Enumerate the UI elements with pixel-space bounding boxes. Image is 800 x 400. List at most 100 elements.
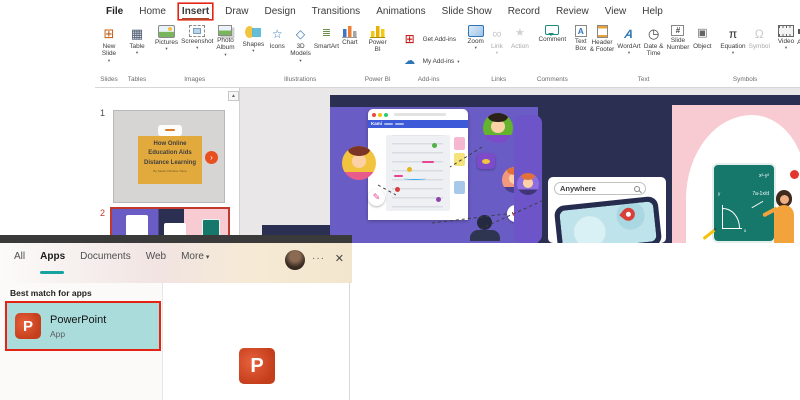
ribbon-group-label: Comments <box>536 76 568 83</box>
action-icon: ★ <box>514 27 525 39</box>
ribbon-tab-label: Slide Show <box>441 5 492 17</box>
table-icon: ▦ <box>130 26 144 41</box>
ribbon-button-equation[interactable]: π Equation ▾ <box>719 25 746 56</box>
ribbon-button-power-bi[interactable]: Power BI <box>368 25 388 54</box>
user-avatar[interactable] <box>285 250 305 270</box>
ribbon-button-zoom[interactable]: Zoom ▾ <box>467 25 485 51</box>
thumbnail-scroll-up-button[interactable]: ▲ <box>228 91 239 101</box>
map-illustration <box>559 201 657 243</box>
ribbon-tab-label: Design <box>264 5 296 17</box>
ribbon-group-label: Tables <box>127 76 147 83</box>
ribbon-tab-home[interactable]: Home <box>136 4 169 19</box>
ribbon-button-label: SmartArt <box>313 43 340 50</box>
search-tab-all[interactable]: All <box>14 251 25 268</box>
ribbon-button-shapes[interactable]: Shapes ▾ <box>242 25 266 54</box>
ribbon-button-header-footer[interactable]: Header & Footer <box>589 25 616 54</box>
ribbon-group-label: Text <box>637 76 650 83</box>
slide-title-byline: By Sarah Christine Tiana <box>153 168 187 173</box>
ribbon-tab-animations[interactable]: Animations <box>373 4 428 19</box>
ribbon-button-label: Link <box>491 43 503 50</box>
slide-title-line: How Online <box>153 141 187 147</box>
ribbon-button-wordart[interactable]: A WordArt ▾ <box>616 25 641 56</box>
ribbon-button-text-box[interactable]: A Text Box <box>574 25 588 53</box>
ribbon-button-icons[interactable]: ☆ Icons <box>266 25 288 51</box>
ribbon-tab-label: Insert <box>181 5 210 20</box>
browser-title-bar <box>368 109 468 120</box>
result-type: App <box>50 328 66 339</box>
search-tab-more[interactable]: More ▾ <box>181 251 209 268</box>
ribbon-button-label: Get Add-ins <box>422 35 457 43</box>
dropdown-caret-icon: ▾ <box>474 45 477 51</box>
best-match-result-powerpoint[interactable]: P PowerPoint App <box>5 301 161 351</box>
ribbon-button-audio[interactable]: Audio▾ <box>796 25 800 52</box>
ribbon-group-media: Video▾Audio▾ScreenRecordingMedia <box>775 22 800 87</box>
highlight-mark <box>422 161 434 163</box>
ribbon-group-buttons: ⊞ New Slide ▾ <box>98 22 120 76</box>
ribbon-tab-view[interactable]: View <box>602 4 630 19</box>
ribbon-tab-file[interactable]: File <box>103 4 126 19</box>
symbol-icon: Ω <box>754 26 764 41</box>
ribbon-group-buttons: Zoom ▾ ∞ Link ▾ ★ Action <box>467 22 531 76</box>
ribbon-button-label: Symbol <box>748 43 770 50</box>
ribbon-tab-record[interactable]: Record <box>505 4 543 19</box>
dropdown-caret-icon: ▾ <box>495 50 498 56</box>
axis-label-x: x <box>744 228 747 233</box>
annotation-dot-red <box>395 187 400 192</box>
ribbon-tab-slide-show[interactable]: Slide Show <box>439 4 495 19</box>
ribbon-button-comment[interactable]: Comment <box>537 25 567 43</box>
ribbon-button-video[interactable]: Video ▾ <box>777 25 795 51</box>
slide-number-icon: # <box>671 25 685 36</box>
ribbon-button-3d-models[interactable]: ◇ 3D Models ▾ <box>289 25 312 63</box>
wordart-icon: A <box>623 26 635 41</box>
ribbon-tab-label: Animations <box>376 5 426 17</box>
ribbon-button-label: Shapes <box>242 41 265 48</box>
annotation-dot-purple <box>436 197 441 202</box>
slide-2-number: 2 <box>100 208 106 218</box>
ribbon-tab-transitions[interactable]: Transitions <box>309 4 364 19</box>
chat-badge-icon <box>477 153 495 169</box>
ribbon-button-object[interactable]: ▣ Object <box>691 25 713 51</box>
ribbon-group-slides: ⊞ New Slide ▾ Slides <box>96 22 122 87</box>
dropdown-caret-icon: ▾ <box>196 45 199 51</box>
ribbon-tab-help[interactable]: Help <box>639 4 666 19</box>
search-tab-apps[interactable]: Apps <box>40 251 65 274</box>
search-tab-documents[interactable]: Documents <box>80 251 131 268</box>
ribbon-button-smartart[interactable]: ≣ SmartArt <box>313 25 340 51</box>
dropdown-caret-icon: ▾ <box>627 50 631 56</box>
ribbon-tab-review[interactable]: Review <box>553 4 592 19</box>
search-tab-label: More <box>181 251 204 262</box>
ribbon-button-label: Chart <box>342 39 358 46</box>
ribbon-tab-draw[interactable]: Draw <box>222 4 251 19</box>
phone-illustration <box>553 195 663 243</box>
screenshot-icon <box>189 25 206 37</box>
ribbon-group-buttons: Power BI <box>365 22 391 76</box>
powerpoint-window: File Home Insert Draw Design Transitions Anima… <box>95 0 800 243</box>
more-options-icon[interactable]: ··· <box>312 253 325 264</box>
ribbon-button-new-slide[interactable]: ⊞ New Slide ▾ <box>98 25 120 63</box>
ribbon-tab-insert[interactable]: Insert <box>179 4 212 20</box>
close-icon[interactable]: ✕ <box>335 252 344 265</box>
annotation-dot-yellow <box>407 167 412 172</box>
ribbon-button-table[interactable]: ▦ Table ▾ <box>126 25 148 56</box>
next-arrow-icon: › <box>205 151 218 164</box>
current-slide[interactable]: Kami ✎ Anywhere y x x²-y² 7a-1x/d <box>330 95 800 243</box>
search-tab-web[interactable]: Web <box>146 251 166 268</box>
address-bar-shape <box>394 113 446 116</box>
toolbar-pill <box>395 122 405 126</box>
ribbon-button-photo-album[interactable]: Photo Album ▾ <box>215 25 235 57</box>
ribbon-tab-label: Draw <box>225 5 249 17</box>
ribbon-button-slide-number[interactable]: # Slide Number <box>666 25 691 52</box>
slide-title-card: How Online Education Aids Distance Learn… <box>138 136 202 184</box>
ribbon-button-label: Table <box>129 43 145 50</box>
ribbon-button-chart[interactable]: Chart <box>341 25 359 46</box>
ribbon-tab-design[interactable]: Design <box>262 4 299 19</box>
ribbon-group-label: Media <box>777 76 800 87</box>
ribbon-button-screenshot[interactable]: Screenshot ▾ <box>180 25 214 51</box>
powerpoint-app-icon-large: P <box>239 348 275 384</box>
ribbon-button-pictures[interactable]: Pictures ▾ <box>154 25 179 52</box>
slide-1-thumbnail[interactable]: How Online Education Aids Distance Learn… <box>113 110 225 203</box>
3d-models-icon: ◇ <box>295 26 306 41</box>
ribbon-button-date-time[interactable]: ◷ Date & Time <box>643 25 665 58</box>
ribbon-button-my-add-ins[interactable]: ☁ My Add-ins ▾ <box>399 53 461 71</box>
ribbon-button-get-add-ins[interactable]: ⊞ Get Add-ins <box>399 31 457 49</box>
